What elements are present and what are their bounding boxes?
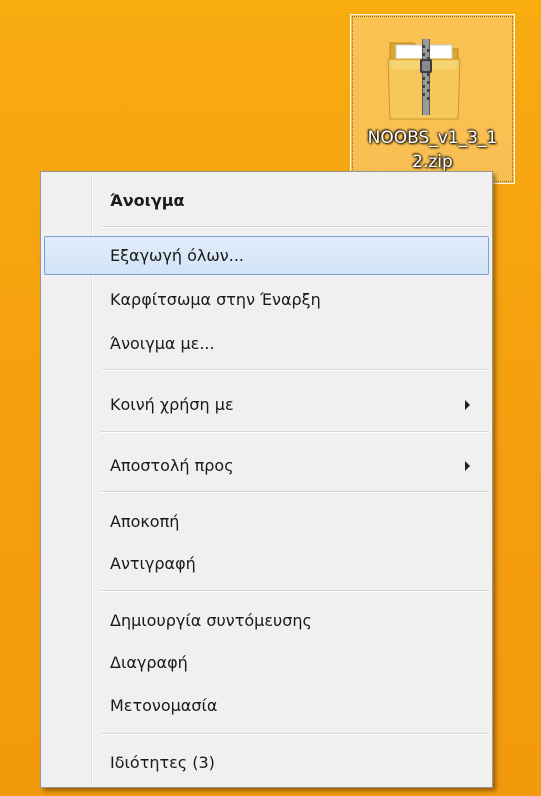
menu-item-properties[interactable]: Ιδιότητες (3) — [44, 743, 489, 782]
menu-item-properties-label: Ιδιότητες (3) — [110, 753, 215, 772]
menu-item-create-shortcut[interactable]: Δημιουργία συντόμευσης — [44, 601, 489, 640]
desktop: NOOBS_v1_3_1 2.zip Άνοιγμα Εξαγωγή όλων.… — [0, 0, 541, 796]
menu-item-send-to-label: Αποστολή προς — [110, 456, 234, 475]
menu-item-delete-label: Διαγραφή — [110, 653, 188, 672]
menu-item-share-with-label: Κοινή χρήση με — [110, 395, 234, 414]
menu-item-create-shortcut-label: Δημιουργία συντόμευσης — [110, 611, 312, 630]
submenu-arrow-icon — [465, 400, 470, 410]
submenu-arrow-icon — [465, 461, 470, 471]
menu-separator — [101, 369, 489, 371]
menu-separator — [101, 733, 489, 735]
menu-separator — [101, 491, 489, 493]
menu-separator — [101, 431, 489, 433]
menu-item-copy[interactable]: Αντιγραφή — [44, 544, 489, 583]
menu-item-extract-all-label: Εξαγωγή όλων... — [110, 246, 244, 265]
menu-item-cut[interactable]: Αποκοπή — [44, 502, 489, 541]
zip-folder-icon — [387, 39, 461, 120]
menu-item-open-with-label: Άνοιγμα με... — [110, 334, 215, 353]
menu-item-open-with[interactable]: Άνοιγμα με... — [44, 324, 489, 363]
file-name-line1: NOOBS_v1_3_1 — [367, 128, 498, 148]
menu-item-cut-label: Αποκοπή — [110, 512, 180, 531]
menu-item-rename-label: Μετονομασία — [110, 696, 218, 715]
menu-item-extract-all[interactable]: Εξαγωγή όλων... — [44, 236, 489, 275]
menu-item-open[interactable]: Άνοιγμα — [44, 181, 489, 220]
menu-item-copy-label: Αντιγραφή — [110, 554, 196, 573]
menu-item-pin-to-start-label: Καρφίτσωμα στην Έναρξη — [110, 290, 321, 309]
menu-item-send-to[interactable]: Αποστολή προς — [44, 446, 489, 485]
menu-separator — [101, 226, 489, 228]
desktop-file-label: NOOBS_v1_3_1 2.zip — [355, 126, 510, 174]
menu-item-open-label: Άνοιγμα — [110, 191, 185, 210]
menu-item-share-with[interactable]: Κοινή χρήση με — [44, 385, 489, 424]
menu-item-rename[interactable]: Μετονομασία — [44, 686, 489, 725]
desktop-file-icon[interactable]: NOOBS_v1_3_1 2.zip — [350, 14, 515, 184]
menu-item-delete[interactable]: Διαγραφή — [44, 643, 489, 682]
context-menu: Άνοιγμα Εξαγωγή όλων... Καρφίτσωμα στην … — [40, 171, 493, 788]
menu-item-pin-to-start[interactable]: Καρφίτσωμα στην Έναρξη — [44, 280, 489, 319]
menu-separator — [101, 590, 489, 592]
file-name-line2: 2.zip — [412, 152, 453, 172]
